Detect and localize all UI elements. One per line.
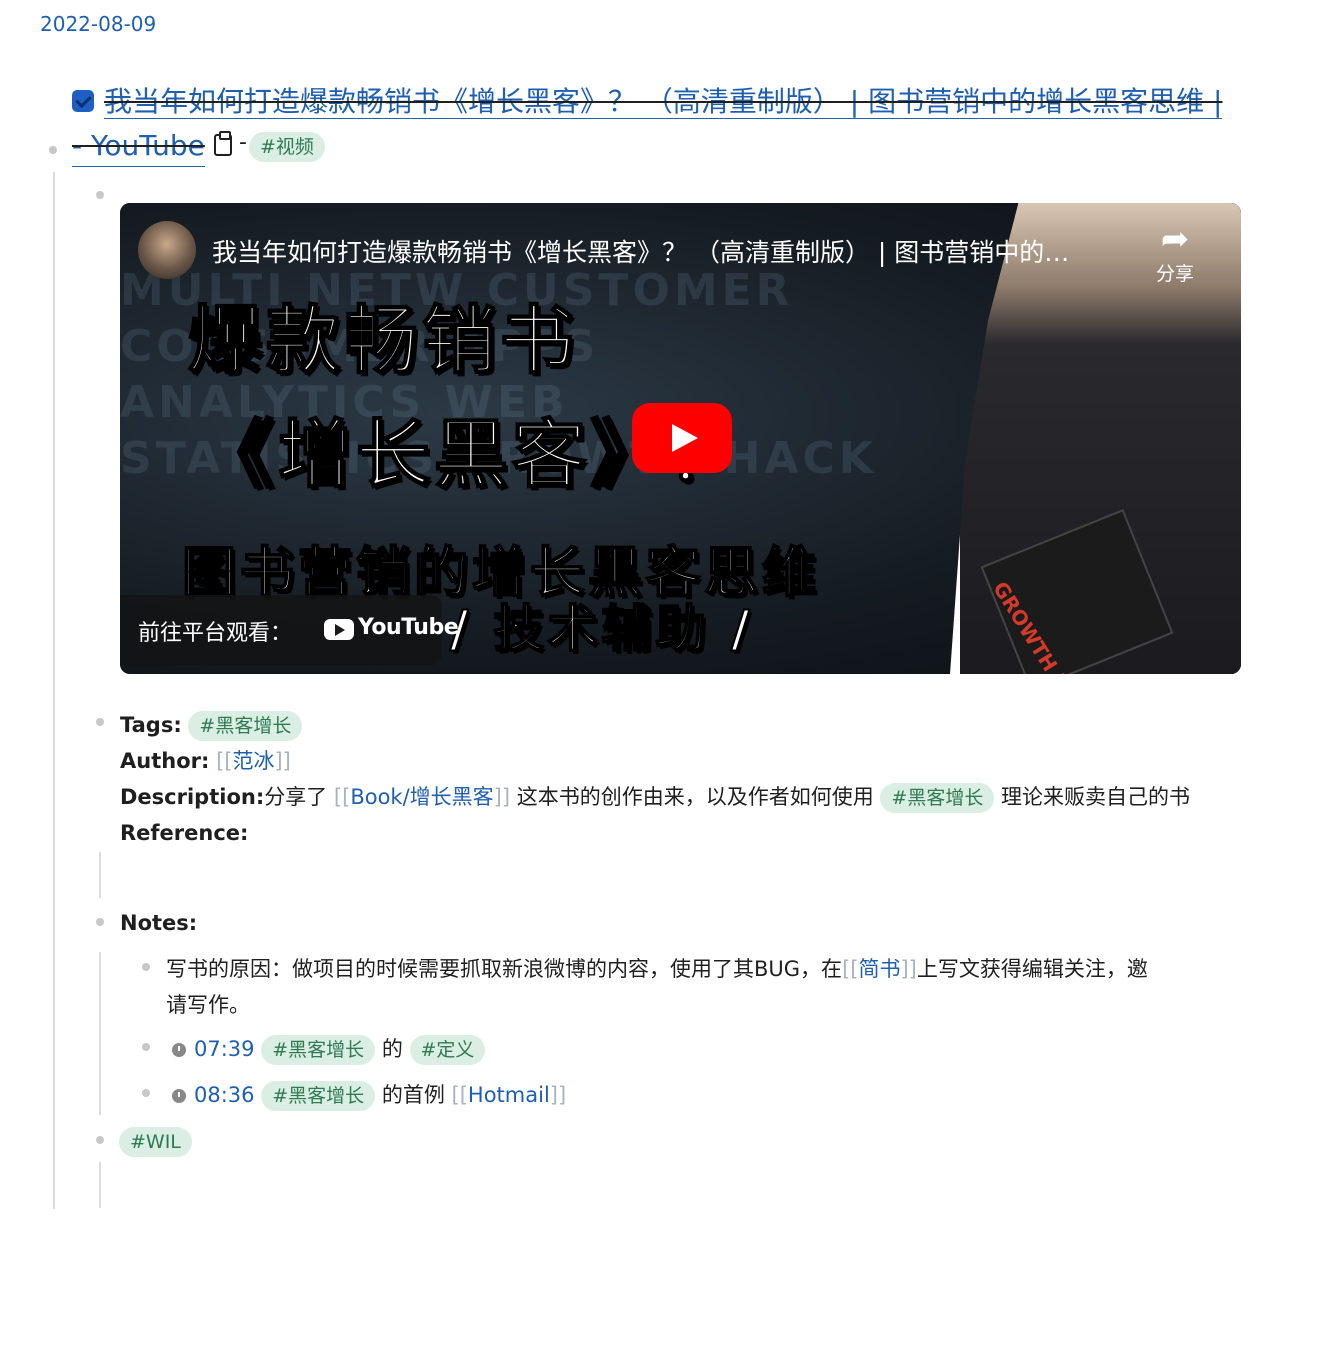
reference-property: Reference:	[120, 816, 248, 850]
journal-date[interactable]: 2022-08-09	[40, 12, 156, 36]
outline-guide	[53, 172, 55, 1209]
block-bullet[interactable]	[96, 191, 104, 199]
block-bullet[interactable]	[49, 146, 57, 154]
tags-property: Tags: #黑客增长	[120, 708, 303, 742]
description-property: Description:分享了 [[Book/增长黑客]] 这本书的创作由来，以…	[120, 780, 1190, 814]
youtube-link[interactable]: - YouTube	[72, 126, 205, 167]
watch-on-youtube-button[interactable]: 前往平台观看： YouTube	[120, 595, 459, 665]
share-label: 分享	[1155, 263, 1194, 285]
outline-guide	[99, 852, 101, 898]
note-item[interactable]: 写书的原因：做项目的时候需要抓取新浪微博的内容，使用了其BUG，在[[简书]]上…	[166, 951, 1246, 1023]
video-title-link[interactable]: 我当年如何打造爆款畅销书《增长黑客》？ （高清重制版） | 图书营销中的增长黑客…	[104, 80, 1249, 124]
watch-label: 前往平台观看：	[138, 621, 293, 646]
note-item[interactable]: 08:36 #黑客增长 的首例 [[Hotmail]]	[172, 1077, 566, 1113]
reference-label: Reference:	[120, 821, 249, 845]
done-checkbox[interactable]	[72, 90, 94, 112]
separator-dash: -	[239, 130, 247, 155]
block-bullet[interactable]	[96, 1136, 104, 1144]
share-icon: ➦	[1160, 219, 1190, 259]
timestamp-link[interactable]: 08:36	[194, 1083, 255, 1107]
youtube-embed[interactable]: MULTI NETW CUSTOMER CONSUMER APPS ANALYT…	[120, 203, 1241, 674]
clock-icon	[172, 1043, 186, 1057]
tag-wil[interactable]: #WIL	[119, 1127, 192, 1157]
embed-video-title[interactable]: 我当年如何打造爆款畅销书《增长黑客》？ （高清重制版） | 图书营销中的…	[212, 233, 1117, 269]
author-property: Author: [[范冰]]	[120, 749, 291, 773]
note-item[interactable]: 07:39 #黑客增长 的 #定义	[172, 1031, 486, 1067]
author-label: Author:	[120, 749, 210, 773]
book-page-link[interactable]: Book/增长黑客	[350, 785, 493, 809]
tag-definition[interactable]: #定义	[409, 1035, 486, 1065]
notes-heading: Notes:	[120, 911, 198, 935]
youtube-wordmark: YouTube	[358, 615, 459, 640]
outline-guide	[99, 1162, 101, 1208]
play-button[interactable]	[632, 403, 732, 473]
block-bullet[interactable]	[142, 1043, 150, 1051]
channel-avatar[interactable]	[138, 221, 196, 279]
hotmail-page-link[interactable]: Hotmail	[468, 1083, 550, 1107]
block-bullet[interactable]	[142, 963, 150, 971]
share-button[interactable]: ➦ 分享	[1140, 219, 1210, 286]
block-bullet[interactable]	[96, 918, 104, 926]
clock-icon	[172, 1089, 186, 1103]
description-label: Description:	[120, 785, 265, 809]
block-bullet[interactable]	[142, 1089, 150, 1097]
thumbnail-subheadline: / 技术辅助 /	[449, 599, 754, 659]
tag-hacker-growth[interactable]: #黑客增长	[188, 711, 303, 741]
youtube-logo-icon	[324, 619, 354, 640]
outline-guide	[99, 952, 101, 1115]
clipboard-icon[interactable]	[214, 131, 232, 156]
jianshu-page-link[interactable]: 简书	[858, 957, 900, 981]
author-page-link[interactable]: 范冰	[232, 749, 274, 773]
tag-hacker-growth[interactable]: #黑客增长	[261, 1081, 376, 1111]
tag-hacker-growth[interactable]: #黑客增长	[880, 783, 995, 813]
tag-hacker-growth[interactable]: #黑客增长	[261, 1035, 376, 1065]
timestamp-link[interactable]: 07:39	[194, 1037, 255, 1061]
block-bullet[interactable]	[96, 718, 104, 726]
tag-video[interactable]: #视频	[249, 132, 325, 162]
tags-label: Tags:	[120, 713, 182, 737]
thumbnail-headline: 爆款畅销书	[187, 297, 578, 385]
